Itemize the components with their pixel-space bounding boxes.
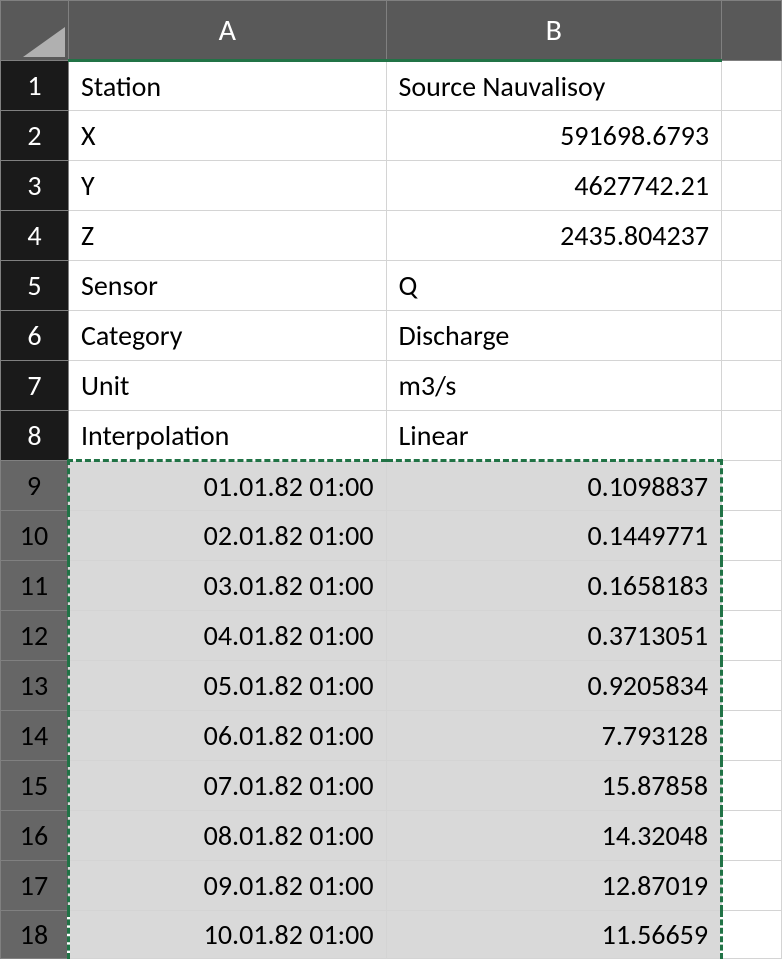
cell-b12[interactable]: 0.3713051 <box>386 611 722 661</box>
data-row: 7 Unit m3/s <box>1 361 782 411</box>
column-header-b[interactable]: B <box>386 1 722 61</box>
cell-c9[interactable] <box>722 461 782 511</box>
cell-b15[interactable]: 15.87858 <box>386 761 722 811</box>
cell-c10[interactable] <box>722 511 782 561</box>
row-header-4[interactable]: 4 <box>1 211 69 261</box>
row-header-17[interactable]: 17 <box>1 861 69 911</box>
cell-b4[interactable]: 2435.804237 <box>386 211 722 261</box>
cell-c8[interactable] <box>722 411 782 461</box>
data-row: 13 05.01.82 01:00 0.9205834 <box>1 661 782 711</box>
cell-c14[interactable] <box>722 711 782 761</box>
row-header-15[interactable]: 15 <box>1 761 69 811</box>
cell-b9[interactable]: 0.1098837 <box>386 461 722 511</box>
data-row: 1 Station Source Nauvalisoy <box>1 61 782 111</box>
cell-b5[interactable]: Q <box>386 261 722 311</box>
cell-a16[interactable]: 08.01.82 01:00 <box>68 811 386 861</box>
cell-c11[interactable] <box>722 561 782 611</box>
data-row: 17 09.01.82 01:00 12.87019 <box>1 861 782 911</box>
row-header-5[interactable]: 5 <box>1 261 69 311</box>
data-row: 16 08.01.82 01:00 14.32048 <box>1 811 782 861</box>
cell-b6[interactable]: Discharge <box>386 311 722 361</box>
cell-a5[interactable]: Sensor <box>68 261 386 311</box>
cell-a14[interactable]: 06.01.82 01:00 <box>68 711 386 761</box>
cell-b13[interactable]: 0.9205834 <box>386 661 722 711</box>
cell-c3[interactable] <box>722 161 782 211</box>
cell-b3[interactable]: 4627742.21 <box>386 161 722 211</box>
row-header-14[interactable]: 14 <box>1 711 69 761</box>
cell-a2[interactable]: X <box>68 111 386 161</box>
row-header-8[interactable]: 8 <box>1 411 69 461</box>
cell-b14[interactable]: 7.793128 <box>386 711 722 761</box>
cell-c4[interactable] <box>722 211 782 261</box>
data-row: 8 Interpolation Linear <box>1 411 782 461</box>
data-row: 5 Sensor Q <box>1 261 782 311</box>
data-row: 4 Z 2435.804237 <box>1 211 782 261</box>
cell-a6[interactable]: Category <box>68 311 386 361</box>
cell-a7[interactable]: Unit <box>68 361 386 411</box>
cell-c18[interactable] <box>722 911 782 959</box>
row-header-3[interactable]: 3 <box>1 161 69 211</box>
spreadsheet-grid[interactable]: A B 1 Station Source Nauvalisoy 2 X 5916… <box>0 0 782 959</box>
cell-b17[interactable]: 12.87019 <box>386 861 722 911</box>
row-header-16[interactable]: 16 <box>1 811 69 861</box>
data-row: 12 04.01.82 01:00 0.3713051 <box>1 611 782 661</box>
data-row: 14 06.01.82 01:00 7.793128 <box>1 711 782 761</box>
cell-c17[interactable] <box>722 861 782 911</box>
row-header-1[interactable]: 1 <box>1 61 69 111</box>
row-header-10[interactable]: 10 <box>1 511 69 561</box>
cell-a11[interactable]: 03.01.82 01:00 <box>68 561 386 611</box>
cell-c7[interactable] <box>722 361 782 411</box>
cell-c6[interactable] <box>722 311 782 361</box>
row-header-9[interactable]: 9 <box>1 461 69 511</box>
cell-c13[interactable] <box>722 661 782 711</box>
cell-a3[interactable]: Y <box>68 161 386 211</box>
row-header-7[interactable]: 7 <box>1 361 69 411</box>
cell-b7[interactable]: m3/s <box>386 361 722 411</box>
cell-b1[interactable]: Source Nauvalisoy <box>386 61 722 111</box>
select-all-corner[interactable] <box>1 1 69 61</box>
data-row: 9 01.01.82 01:00 0.1098837 <box>1 461 782 511</box>
row-header-2[interactable]: 2 <box>1 111 69 161</box>
cell-c5[interactable] <box>722 261 782 311</box>
data-row: 15 07.01.82 01:00 15.87858 <box>1 761 782 811</box>
corner-triangle-icon <box>23 27 65 57</box>
cell-c1[interactable] <box>722 61 782 111</box>
cell-a17[interactable]: 09.01.82 01:00 <box>68 861 386 911</box>
cell-a9[interactable]: 01.01.82 01:00 <box>68 461 386 511</box>
cell-b16[interactable]: 14.32048 <box>386 811 722 861</box>
column-header-row: A B <box>1 1 782 61</box>
cell-a12[interactable]: 04.01.82 01:00 <box>68 611 386 661</box>
data-row: 18 10.01.82 01:00 11.56659 <box>1 911 782 959</box>
cell-b18[interactable]: 11.56659 <box>386 911 722 959</box>
cell-c2[interactable] <box>722 111 782 161</box>
cell-b8[interactable]: Linear <box>386 411 722 461</box>
cell-a10[interactable]: 02.01.82 01:00 <box>68 511 386 561</box>
cell-c16[interactable] <box>722 811 782 861</box>
cell-b10[interactable]: 0.1449771 <box>386 511 722 561</box>
cell-c15[interactable] <box>722 761 782 811</box>
row-header-13[interactable]: 13 <box>1 661 69 711</box>
cell-b11[interactable]: 0.1658183 <box>386 561 722 611</box>
cell-a18[interactable]: 10.01.82 01:00 <box>68 911 386 959</box>
cell-b2[interactable]: 591698.6793 <box>386 111 722 161</box>
row-header-18[interactable]: 18 <box>1 911 69 959</box>
data-row: 2 X 591698.6793 <box>1 111 782 161</box>
cell-a15[interactable]: 07.01.82 01:00 <box>68 761 386 811</box>
column-header-a[interactable]: A <box>68 1 386 61</box>
cell-a1[interactable]: Station <box>68 61 386 111</box>
cell-a8[interactable]: Interpolation <box>68 411 386 461</box>
cell-a4[interactable]: Z <box>68 211 386 261</box>
column-header-c[interactable] <box>722 1 782 61</box>
row-header-6[interactable]: 6 <box>1 311 69 361</box>
row-header-11[interactable]: 11 <box>1 561 69 611</box>
row-header-12[interactable]: 12 <box>1 611 69 661</box>
data-row: 10 02.01.82 01:00 0.1449771 <box>1 511 782 561</box>
cell-c12[interactable] <box>722 611 782 661</box>
data-row: 6 Category Discharge <box>1 311 782 361</box>
data-row: 11 03.01.82 01:00 0.1658183 <box>1 561 782 611</box>
data-row: 3 Y 4627742.21 <box>1 161 782 211</box>
cell-a13[interactable]: 05.01.82 01:00 <box>68 661 386 711</box>
